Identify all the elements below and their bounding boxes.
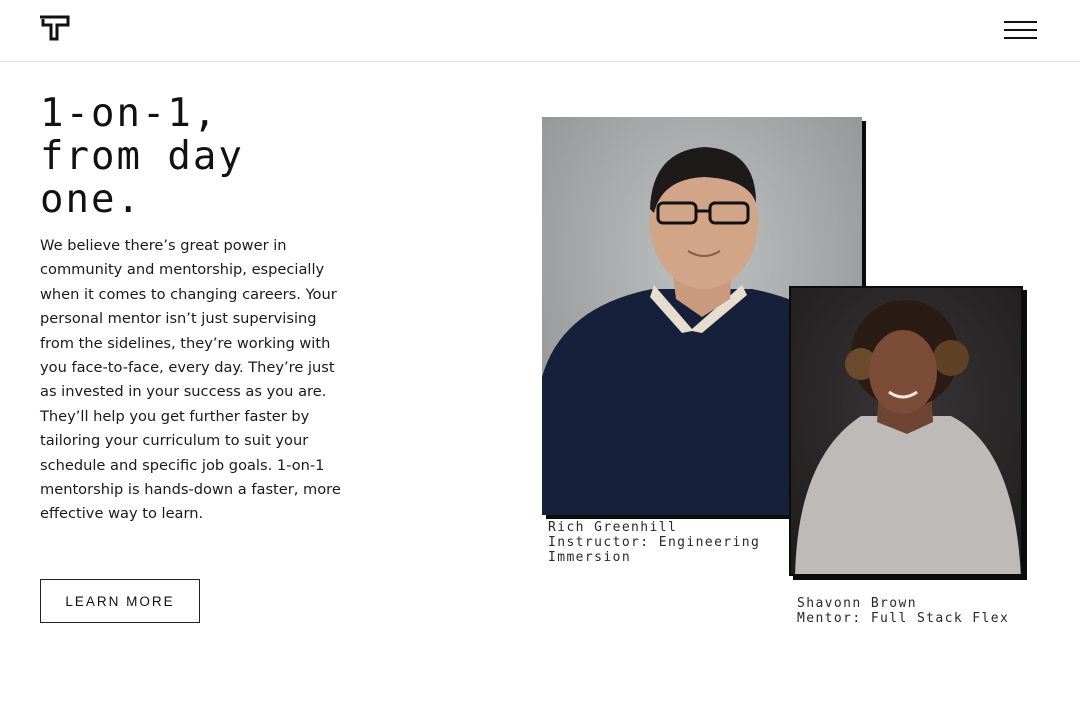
hero-body-text: We believe there’s great power in commun… <box>40 237 341 523</box>
learn-more-button[interactable]: LEARN MORE <box>40 579 200 623</box>
shavonn-brown-photo <box>789 286 1023 576</box>
person-name: Shavonn Brown <box>797 596 917 611</box>
hero-headline: 1-on-1, from day one. <box>40 91 244 222</box>
hamburger-menu-icon[interactable] <box>1000 16 1040 44</box>
person-role-continued: Immersion <box>548 550 632 565</box>
shavonn-brown-caption: Shavonn Brown Mentor: Full Stack Flex <box>797 596 1009 626</box>
site-header <box>0 0 1080 62</box>
person-role: Instructor: Engineering <box>548 535 761 550</box>
person-role: Mentor: Full Stack Flex <box>797 611 1010 626</box>
t-logo-icon[interactable] <box>38 14 72 42</box>
rich-greenhill-caption: Rich Greenhill Instructor: Engineering I… <box>548 520 760 565</box>
person-name: Rich Greenhill <box>548 520 678 535</box>
